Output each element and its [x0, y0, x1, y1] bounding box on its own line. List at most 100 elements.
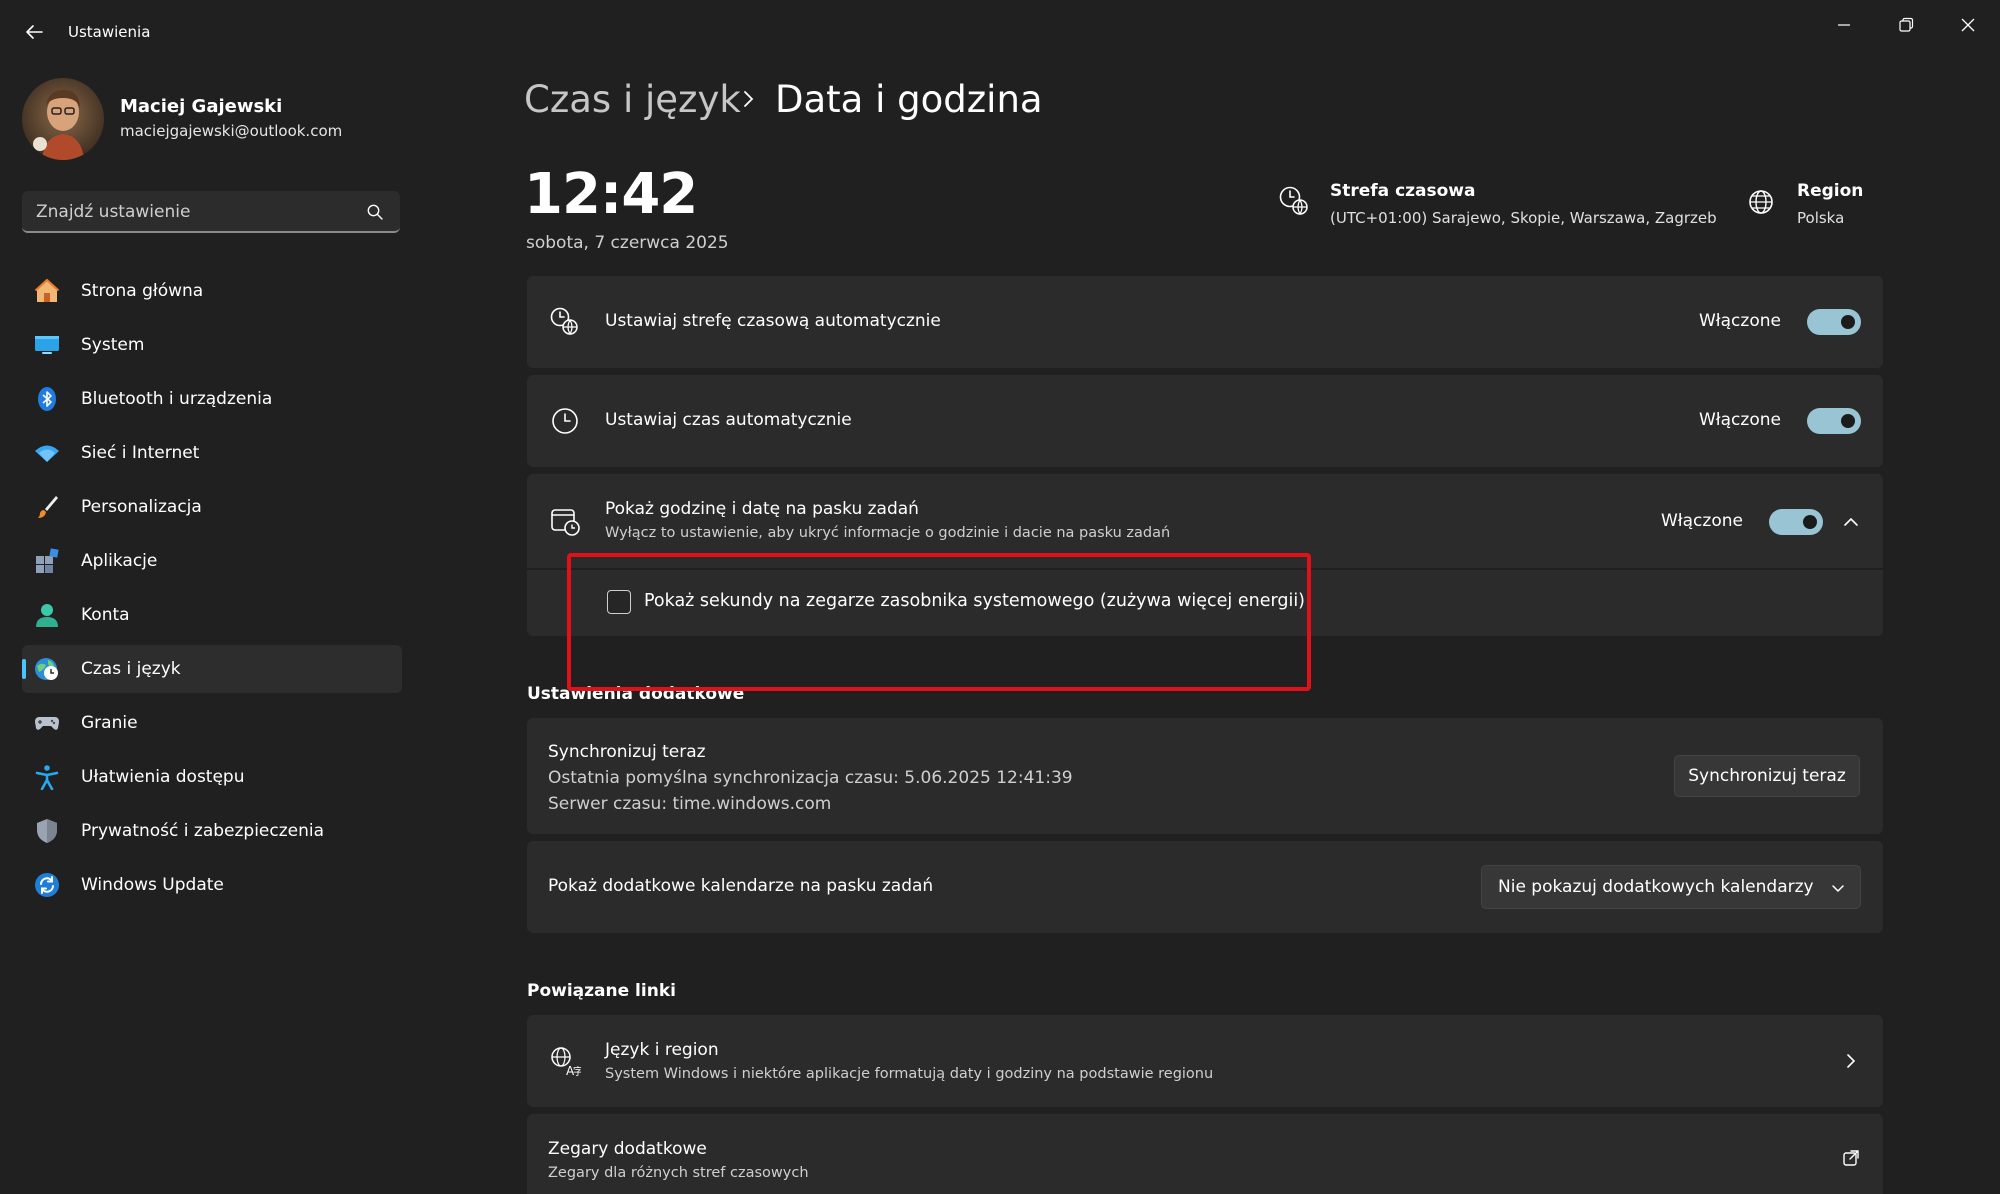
region-value: Polska — [1797, 209, 1845, 227]
sidebar-item-accounts[interactable]: Konta — [22, 591, 402, 639]
additional-clocks-title: Zegary dodatkowe — [548, 1139, 707, 1159]
sidebar-item-privacy[interactable]: Prywatność i zabezpieczenia — [22, 807, 402, 855]
current-date: sobota, 7 czerwca 2025 — [526, 233, 729, 253]
calendars-dropdown[interactable]: Nie pokazuj dodatkowych kalendarzy — [1481, 865, 1861, 909]
back-button[interactable] — [20, 18, 48, 46]
sidebar-item-label: Czas i język — [81, 659, 181, 679]
language-region-description: System Windows i niektóre aplikacje form… — [605, 1066, 1214, 1082]
auto-timezone-card: Ustawiaj strefę czasową automatycznie Wł… — [527, 276, 1883, 368]
timezone-globe-icon — [550, 307, 578, 336]
profile-name: Maciej Gajewski — [120, 96, 283, 117]
sidebar-item-label: Windows Update — [81, 875, 224, 895]
sidebar-item-network[interactable]: Sieć i Internet — [22, 429, 402, 477]
sidebar-item-label: Bluetooth i urządzenia — [81, 389, 273, 409]
breadcrumb-separator — [738, 84, 760, 114]
sidebar-item-label: Granie — [81, 713, 138, 733]
sidebar-item-windows-update[interactable]: Windows Update — [22, 861, 402, 909]
sidebar-item-label: Aplikacje — [81, 551, 158, 571]
additional-clocks-link[interactable]: Zegary dodatkowe Zegary dla różnych stre… — [527, 1114, 1883, 1194]
sidebar-item-system[interactable]: System — [22, 321, 402, 369]
taskbar-time-label: Pokaż godzinę i datę na pasku zadań — [605, 499, 919, 519]
monitor-icon — [35, 336, 59, 354]
timezone-icon — [1279, 186, 1308, 216]
user-photo-icon — [22, 78, 104, 160]
timezone-value: (UTC+01:00) Sarajewo, Skopie, Warszawa, … — [1330, 209, 1717, 227]
highlight-annotation — [567, 553, 1311, 691]
sidebar-item-label: Personalizacja — [81, 497, 202, 517]
minimize-button[interactable] — [1824, 10, 1864, 40]
sidebar-item-label: Konta — [81, 605, 130, 625]
sync-title: Synchronizuj teraz — [548, 742, 706, 762]
shield-icon — [37, 819, 57, 843]
restore-icon — [1899, 17, 1914, 32]
calendars-selected: Nie pokazuj dodatkowych kalendarzy — [1498, 877, 1814, 897]
language-region-link[interactable]: A 字 Język i region System Windows i niek… — [527, 1015, 1883, 1107]
sidebar-item-label: System — [81, 335, 145, 355]
current-time: 12:42 — [524, 162, 698, 227]
auto-timezone-state: Włączone — [1699, 311, 1781, 331]
taskbar-time-toggle[interactable] — [1769, 509, 1823, 535]
apps-icon — [36, 548, 59, 573]
calendars-card: Pokaż dodatkowe kalendarze na pasku zada… — [527, 841, 1883, 933]
app-title: Ustawienia — [68, 23, 151, 41]
close-icon — [1961, 18, 1975, 32]
search-placeholder: Znajdź ustawienie — [36, 202, 191, 222]
additional-clocks-description: Zegary dla różnych stref czasowych — [548, 1165, 809, 1181]
gamepad-icon — [35, 717, 59, 730]
auto-time-state: Włączone — [1699, 410, 1781, 430]
profile-email: maciejgajewski@outlook.com — [120, 122, 343, 140]
sidebar-item-accessibility[interactable]: Ułatwienia dostępu — [22, 753, 402, 801]
sidebar-item-time-language[interactable]: Czas i język — [22, 645, 402, 693]
sidebar-item-bluetooth[interactable]: Bluetooth i urządzenia — [22, 375, 402, 423]
chevron-down-icon — [1832, 885, 1844, 893]
update-icon — [35, 873, 59, 897]
search-icon — [367, 204, 383, 220]
taskbar-time-description: Wyłącz to ustawienie, aby ukryć informac… — [605, 525, 1171, 541]
sidebar-item-apps[interactable]: Aplikacje — [22, 537, 402, 585]
chevron-right-icon — [744, 91, 754, 107]
sync-card: Synchronizuj teraz Ostatnia pomyślna syn… — [527, 718, 1883, 834]
sidebar-item-label: Sieć i Internet — [81, 443, 200, 463]
accessibility-icon — [35, 765, 59, 790]
auto-time-card: Ustawiaj czas automatycznie Włączone — [527, 375, 1883, 467]
close-button[interactable] — [1948, 10, 1988, 40]
last-sync-text: Ostatnia pomyślna synchronizacja czasu: … — [548, 768, 1073, 788]
sync-now-button[interactable]: Synchronizuj teraz — [1674, 755, 1860, 797]
minimize-icon — [1838, 24, 1850, 26]
bluetooth-icon — [38, 387, 56, 411]
time-language-icon — [35, 658, 58, 680]
taskbar-time-state: Włączone — [1661, 511, 1743, 531]
sidebar-item-personalization[interactable]: Personalizacja — [22, 483, 402, 531]
sidebar-item-label: Strona główna — [81, 281, 204, 301]
home-icon — [34, 278, 60, 302]
restore-button[interactable] — [1886, 10, 1926, 40]
page-title: Data i godzina — [775, 78, 1043, 121]
section-title-related: Powiązane linki — [527, 981, 676, 1001]
wifi-icon — [35, 445, 59, 462]
sidebar-item-gaming[interactable]: Granie — [22, 699, 402, 747]
selection-indicator — [22, 659, 26, 679]
chevron-right-icon — [1847, 1054, 1856, 1068]
auto-time-toggle[interactable] — [1807, 408, 1861, 434]
time-server-text: Serwer czasu: time.windows.com — [548, 794, 832, 814]
auto-time-label: Ustawiaj czas automatycznie — [605, 410, 852, 430]
timezone-title: Strefa czasowa — [1330, 181, 1476, 201]
language-region-title: Język i region — [605, 1040, 719, 1060]
calendar-clock-icon — [551, 509, 580, 536]
auto-timezone-toggle[interactable] — [1807, 309, 1861, 335]
sidebar-item-home[interactable]: Strona główna — [22, 267, 402, 315]
breadcrumb-parent[interactable]: Czas i język — [524, 78, 741, 121]
account-icon — [36, 604, 58, 627]
clock-icon — [552, 408, 578, 434]
region-title: Region — [1797, 181, 1864, 201]
avatar[interactable] — [22, 78, 104, 160]
chevron-up-icon[interactable] — [1841, 512, 1861, 532]
sidebar-item-label: Prywatność i zabezpieczenia — [81, 821, 325, 841]
search-input[interactable]: Znajdź ustawienie — [22, 191, 400, 233]
globe-icon — [1749, 190, 1773, 214]
svg-text:字: 字 — [573, 1065, 581, 1077]
calendars-label: Pokaż dodatkowe kalendarze na pasku zada… — [548, 876, 934, 896]
sidebar-item-label: Ułatwienia dostępu — [81, 767, 245, 787]
language-icon: A 字 — [551, 1047, 581, 1077]
brush-icon — [38, 496, 58, 518]
